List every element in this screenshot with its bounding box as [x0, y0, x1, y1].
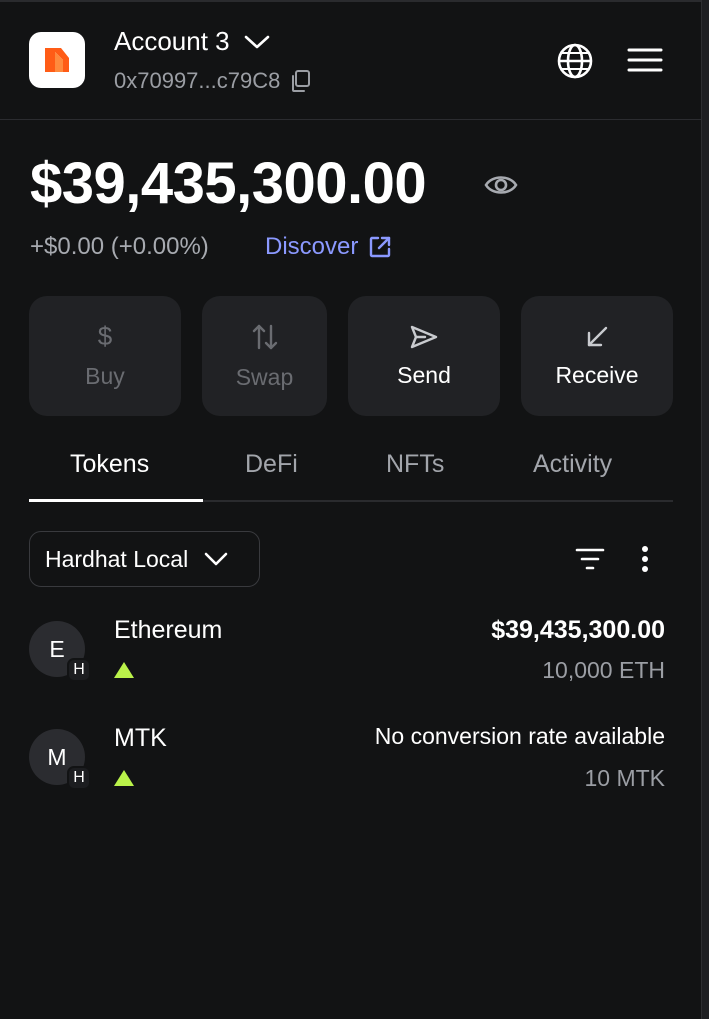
more-options-icon[interactable] [640, 545, 650, 573]
network-badge-letter: H [73, 661, 85, 678]
network-filter-label: Hardhat Local [45, 545, 189, 572]
total-balance: $39,435,300.00 [30, 151, 427, 216]
swap-label: Swap [235, 363, 294, 390]
external-link-icon [370, 236, 391, 258]
window-frame-edge [701, 0, 709, 1019]
copy-icon[interactable] [290, 69, 312, 93]
token-name: MTK [114, 724, 167, 752]
metamask-logo-icon [29, 32, 85, 88]
swap-icon [252, 324, 277, 349]
token-amount: 10,000 ETH [542, 657, 665, 683]
price-up-icon [114, 770, 134, 786]
token-initial: M [47, 743, 67, 770]
active-tab-indicator [29, 499, 203, 502]
tab-defi[interactable]: DeFi [245, 450, 298, 479]
address-text: 0x70997...c79C8 [114, 68, 281, 93]
receive-button[interactable]: Receive [521, 296, 673, 416]
account-picker[interactable]: Account 3 [114, 26, 270, 57]
globe-icon[interactable] [556, 42, 594, 80]
token-fiat-value: No conversion rate available [374, 723, 665, 749]
dollar-icon: $ [98, 323, 113, 351]
swap-button[interactable]: Swap [202, 296, 327, 416]
discover-link[interactable]: Discover [265, 233, 392, 261]
header: Account 3 0x70997...c79C8 [0, 0, 701, 120]
tab-tokens[interactable]: Tokens [70, 450, 149, 479]
network-badge: H [67, 658, 91, 682]
buy-button[interactable]: $ Buy [29, 296, 181, 416]
token-row[interactable]: M H MTK No conversion rate available 10 … [0, 713, 701, 813]
token-row[interactable]: E H Ethereum $39,435,300.00 10,000 ETH [0, 605, 701, 705]
price-up-icon [114, 662, 134, 678]
tab-nfts[interactable]: NFTs [386, 450, 444, 479]
account-address[interactable]: 0x70997...c79C8 [114, 68, 312, 94]
receive-icon [587, 326, 608, 346]
asset-tabs: Tokens DeFi NFTs Activity [29, 440, 673, 502]
network-filter-dropdown[interactable]: Hardhat Local [29, 531, 260, 587]
eye-icon[interactable] [484, 172, 518, 198]
tab-activity[interactable]: Activity [533, 450, 612, 479]
svg-text:$: $ [98, 323, 113, 351]
send-button[interactable]: Send [348, 296, 500, 416]
network-badge: H [67, 766, 91, 790]
account-name: Account 3 [114, 26, 230, 56]
sort-filter-icon[interactable] [575, 547, 605, 571]
token-name: Ethereum [114, 616, 223, 644]
balance-change: +$0.00 (+0.00%) [30, 233, 209, 260]
token-initial: E [49, 635, 65, 662]
send-label: Send [397, 361, 451, 388]
chevron-down-icon [204, 552, 228, 566]
token-amount: 10 MTK [584, 765, 665, 791]
hamburger-menu-icon[interactable] [627, 46, 663, 74]
buy-label: Buy [85, 362, 125, 389]
send-icon [410, 325, 438, 348]
network-badge-letter: H [73, 769, 85, 786]
receive-label: Receive [555, 361, 639, 388]
discover-label: Discover [265, 233, 359, 260]
token-fiat-value: $39,435,300.00 [491, 616, 665, 644]
chevron-down-icon [244, 35, 269, 48]
